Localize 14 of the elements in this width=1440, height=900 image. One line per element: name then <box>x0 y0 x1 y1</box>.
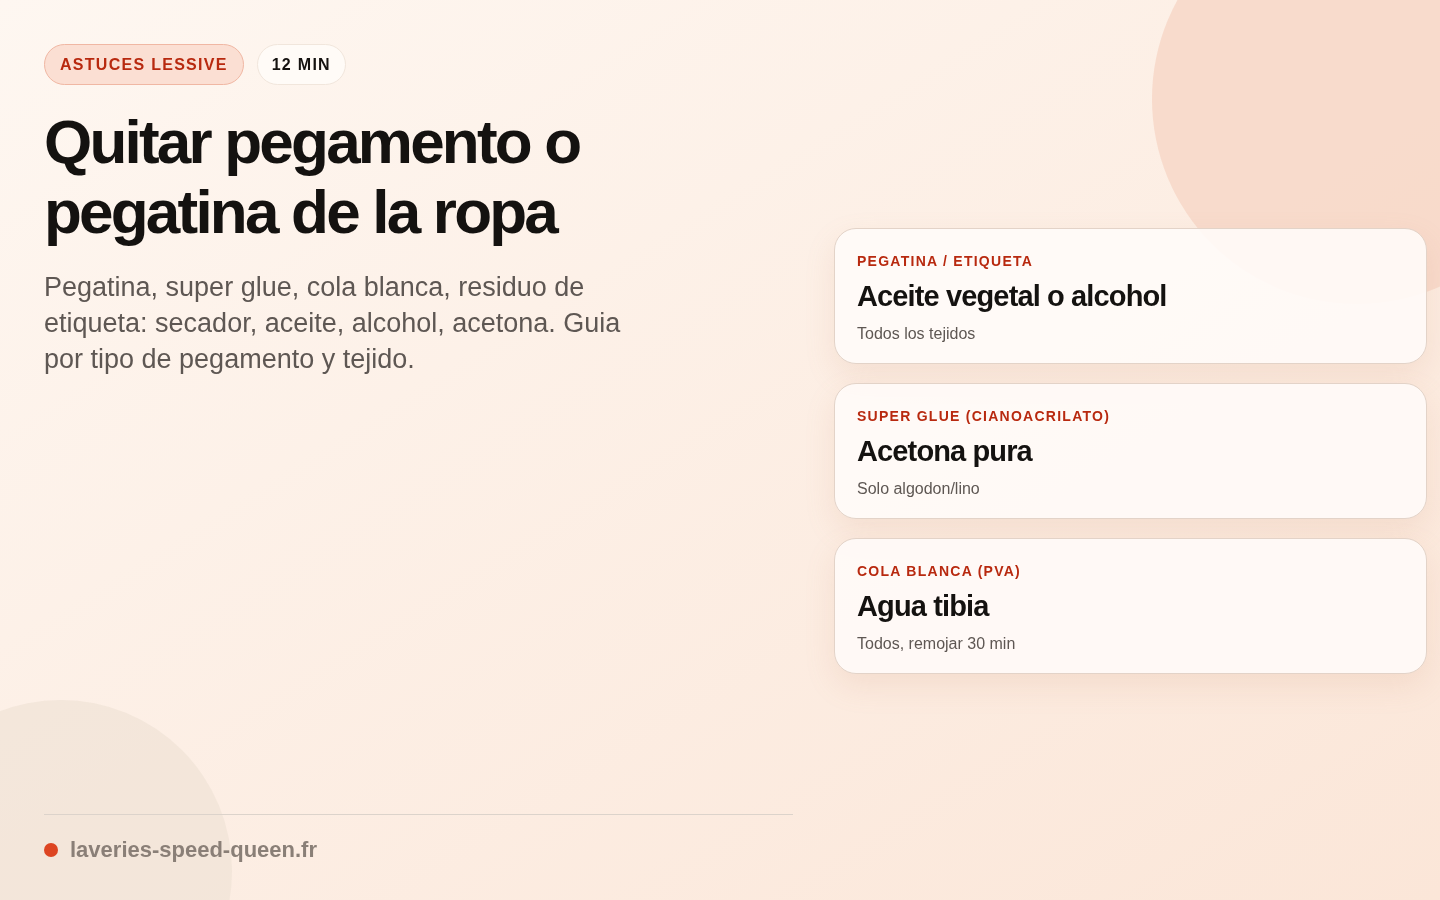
card-note: Solo algodon/lino <box>857 479 981 499</box>
page-title: Quitar pegamento o pegatina de la ropa <box>44 107 581 247</box>
subtitle: Pegatina, super glue, cola blanca, residuo de etiqueta: secador, aceite, alcohol, acetona. Guia por tipo de pegamento y tejido. <box>44 271 622 376</box>
card-title: Agua tibia <box>857 589 991 624</box>
card-category: COLA BLANCA (PVA) <box>857 562 1022 581</box>
card-note: Todos, remojar 30 min <box>857 634 1017 654</box>
card-title: Aceite vegetal o alcohol <box>857 279 1168 314</box>
card-note: Todos los tejidos <box>857 324 977 344</box>
card-title: Acetona pura <box>857 434 1034 469</box>
duration-tag: 12 MIN <box>256 44 346 85</box>
category-tag: ASTUCES LESSIVE <box>44 44 244 85</box>
card-category: PEGATINA / ETIQUETA <box>857 252 1035 271</box>
card-category: SUPER GLUE (CIANOACRILATO) <box>857 407 1112 426</box>
site-domain: laveries-speed-queen.fr <box>70 836 317 864</box>
